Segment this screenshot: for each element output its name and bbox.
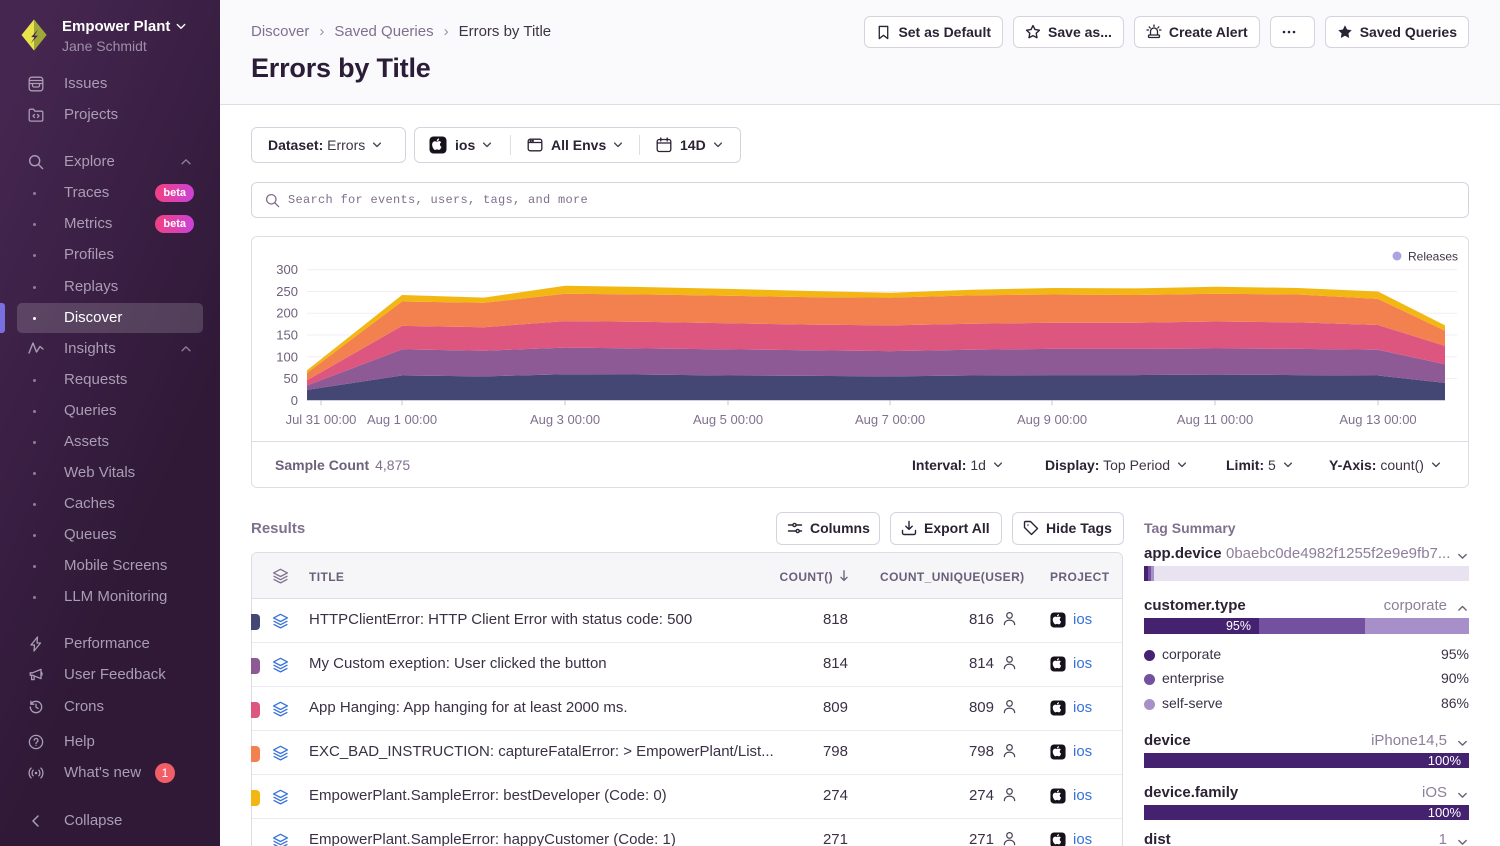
svg-text:300: 300 [276, 262, 298, 277]
svg-text:150: 150 [276, 328, 298, 343]
svg-text:200: 200 [276, 306, 298, 321]
svg-text:Aug 7 00:00: Aug 7 00:00 [855, 412, 925, 427]
svg-text:Aug 13 00:00: Aug 13 00:00 [1339, 412, 1416, 427]
svg-text:Releases: Releases [1408, 250, 1458, 264]
svg-text:Aug 11 00:00: Aug 11 00:00 [1177, 412, 1253, 427]
svg-text:Aug 1 00:00: Aug 1 00:00 [367, 412, 437, 427]
svg-text:250: 250 [276, 284, 298, 299]
svg-text:Aug 5 00:00: Aug 5 00:00 [693, 412, 763, 427]
svg-text:0: 0 [291, 393, 298, 408]
svg-text:100: 100 [276, 349, 298, 364]
svg-text:50: 50 [284, 371, 298, 386]
svg-text:Jul 31 00:00: Jul 31 00:00 [286, 412, 357, 427]
svg-text:Aug 3 00:00: Aug 3 00:00 [530, 412, 600, 427]
svg-text:Aug 9 00:00: Aug 9 00:00 [1017, 412, 1087, 427]
